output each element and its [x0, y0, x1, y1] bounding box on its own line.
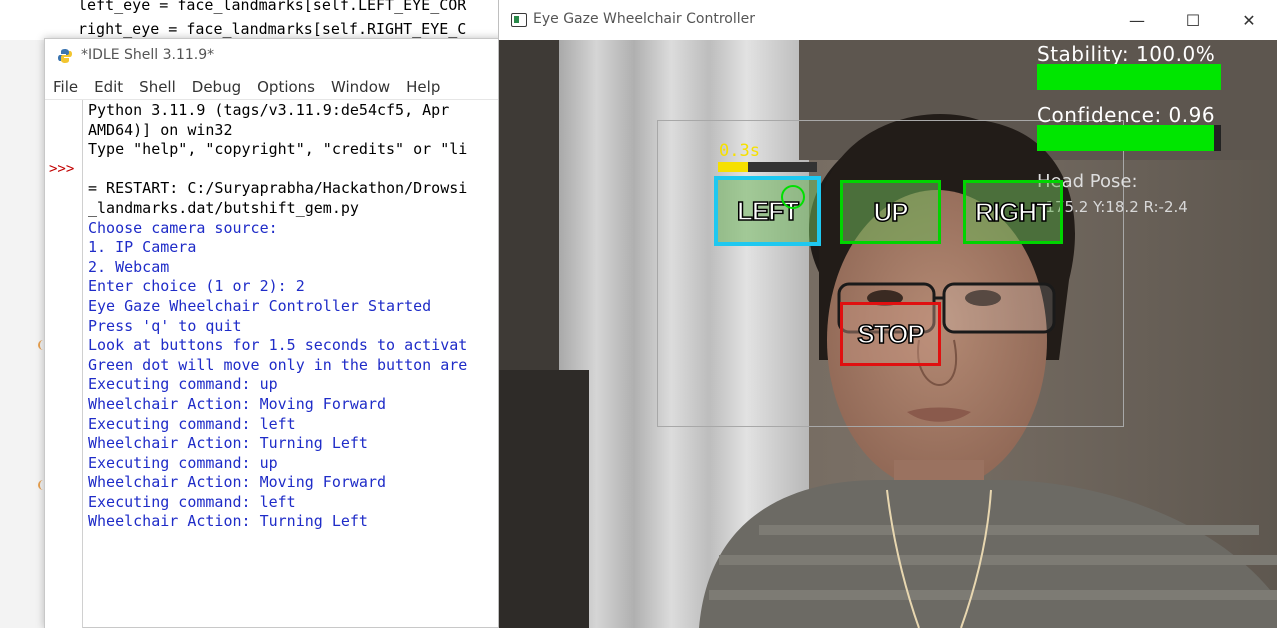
editor-code-line: left_eye = face_landmarks[self.LEFT_EYE_… — [78, 0, 467, 14]
camera-window[interactable]: Eye Gaze Wheelchair Controller — ☐ ✕ Sta… — [498, 0, 1277, 628]
menu-help[interactable]: Help — [398, 75, 448, 99]
confidence-bar-fill — [1037, 125, 1214, 151]
shell-line: Look at buttons for 1.5 seconds to activ… — [88, 336, 468, 355]
confidence-label: Confidence: 0.96 — [1037, 103, 1216, 127]
shell-line: _landmarks.dat/butshift_gem.py — [88, 198, 359, 217]
shell-output[interactable]: Python 3.11.9 (tags/v3.11.9:de54cf5, Apr… — [88, 101, 508, 621]
gaze-button-left[interactable]: LEFT — [714, 176, 821, 246]
editor-code-line: right_eye = face_landmarks[self.RIGHT_EY… — [78, 20, 467, 38]
shell-line: Executing command: left — [88, 492, 296, 511]
gaze-button-label: UP — [873, 196, 910, 228]
maximize-button[interactable]: ☐ — [1170, 8, 1216, 32]
menu-window[interactable]: Window — [323, 75, 398, 99]
shell-line: Eye Gaze Wheelchair Controller Started — [88, 296, 432, 315]
shell-line: Python 3.11.9 (tags/v3.11.9:de54cf5, Apr — [88, 101, 450, 119]
shell-line: Wheelchair Action: Turning Left — [88, 434, 368, 453]
shell-line: = RESTART: C:/Suryaprabha/Hackathon/Drow… — [88, 179, 468, 198]
shell-line: Choose camera source: — [88, 218, 278, 237]
shell-line: Green dot will move only in the button a… — [88, 355, 468, 374]
camera-titlebar[interactable]: Eye Gaze Wheelchair Controller — ☐ ✕ — [499, 0, 1277, 40]
menu-options[interactable]: Options — [249, 75, 323, 99]
menu-shell[interactable]: Shell — [131, 75, 184, 99]
confidence-bar — [1037, 125, 1221, 151]
desktop-strip — [0, 40, 44, 628]
background-editor: left_eye = face_landmarks[self.LEFT_EYE_… — [0, 0, 500, 40]
stability-bar-fill — [1037, 64, 1221, 90]
divider — [45, 99, 503, 100]
gaze-button-right[interactable]: RIGHT — [963, 180, 1063, 244]
close-button[interactable]: ✕ — [1226, 8, 1272, 32]
shell-line: Wheelchair Action: Turning Left — [88, 512, 368, 531]
shell-line: Type "help", "copyright", "credits" or "… — [88, 140, 468, 159]
python-icon — [58, 49, 72, 63]
dwell-timer-label: 0.3s — [719, 141, 760, 161]
app-window-icon — [511, 13, 527, 27]
gaze-cursor-icon — [781, 185, 805, 209]
stability-bar — [1037, 64, 1221, 90]
gaze-button-label: RIGHT — [974, 196, 1052, 228]
window-title: Eye Gaze Wheelchair Controller — [533, 11, 755, 27]
minimize-button[interactable]: — — [1114, 8, 1160, 32]
gaze-button-up[interactable]: UP — [840, 180, 941, 244]
shell-line: 2. Webcam — [88, 257, 170, 276]
shell-prompt: >>> — [49, 161, 75, 177]
idle-shell-window[interactable]: *IDLE Shell 3.11.9* File Edit Shell Debu… — [44, 38, 504, 628]
menu-bar: File Edit Shell Debug Options Window Hel… — [45, 75, 503, 99]
shell-gutter: >>> — [45, 100, 83, 628]
window-title: *IDLE Shell 3.11.9* — [81, 47, 215, 63]
shell-line: AMD64)] on win32 — [88, 120, 233, 139]
shell-line: Executing command: up — [88, 453, 278, 472]
menu-edit[interactable]: Edit — [86, 75, 131, 99]
menu-debug[interactable]: Debug — [184, 75, 249, 99]
idle-titlebar[interactable]: *IDLE Shell 3.11.9* — [45, 39, 503, 73]
shell-line: Press 'q' to quit — [88, 316, 242, 335]
dwell-timer-fill — [718, 162, 748, 172]
camera-feed: Stability: 100.0% Confidence: 0.96 Head … — [499, 40, 1277, 628]
shell-line: Wheelchair Action: Moving Forward — [88, 394, 387, 413]
shell-line: Enter choice (1 or 2): 2 — [88, 277, 305, 296]
shell-line: Executing command: up — [88, 375, 278, 394]
dwell-timer-bar — [718, 162, 817, 172]
gaze-button-stop[interactable]: STOP — [840, 302, 941, 366]
menu-file[interactable]: File — [45, 75, 86, 99]
stability-label: Stability: 100.0% — [1037, 42, 1216, 66]
gaze-button-label: STOP — [857, 318, 926, 350]
shell-line: 1. IP Camera — [88, 238, 197, 257]
shell-line: Wheelchair Action: Moving Forward — [88, 473, 387, 492]
shell-line: Executing command: left — [88, 414, 296, 433]
